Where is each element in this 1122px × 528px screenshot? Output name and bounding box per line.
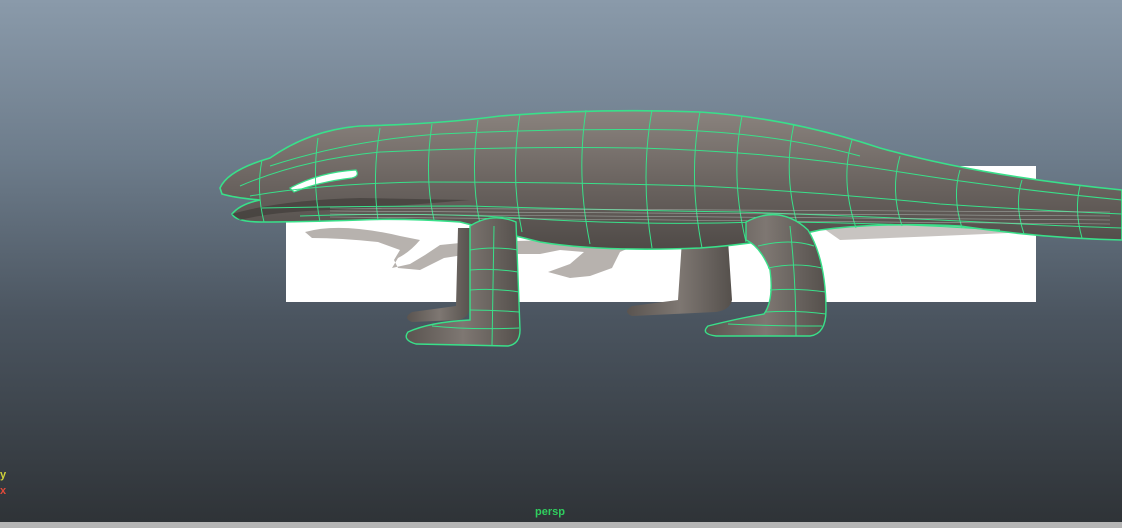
viewport-bottom-border — [0, 522, 1122, 528]
scene-canvas[interactable] — [0, 0, 1122, 528]
camera-name-label: persp — [535, 506, 565, 518]
maya-viewport-persp[interactable]: y x persp — [0, 0, 1122, 528]
axis-y-label: y — [0, 469, 7, 481]
axis-x-label: x — [0, 485, 7, 497]
